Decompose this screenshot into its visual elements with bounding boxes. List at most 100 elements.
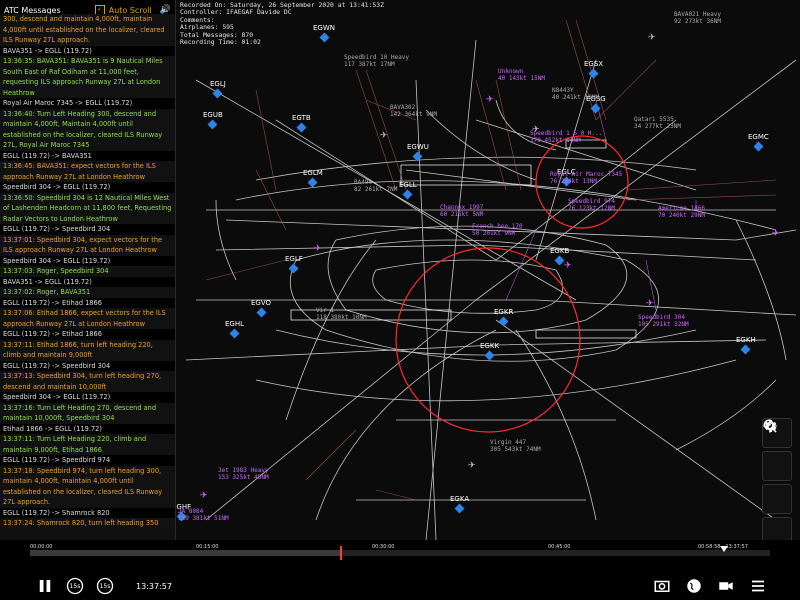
airplane-icon[interactable]: ✈ — [380, 132, 388, 141]
airport-code: EGLL — [399, 181, 417, 189]
aircraft-label[interactable]: BAVA021 Heavy 92 273kt 36NM — [674, 11, 721, 26]
atc-message-list[interactable]: 300, descend and maintain 4,000ft, maint… — [0, 14, 175, 540]
atc-message: 300, descend and maintain 4,000ft, maint… — [0, 14, 175, 46]
atc-message: 13:37:03: Roger, Speedbird 304 — [0, 266, 175, 277]
aircraft-label[interactable]: Unknown 40 143kt 15NM — [498, 68, 545, 83]
zoom-out-button[interactable] — [762, 419, 792, 514]
globe-icon — [687, 579, 701, 593]
aircraft-label[interactable]: Vir 1 118 380kt 10NM — [316, 307, 367, 322]
current-time: 13:37:57 — [136, 581, 172, 591]
airplane-icon[interactable]: ✈ — [648, 34, 656, 43]
airport-egwn[interactable]: EGWN — [313, 24, 335, 43]
video-button[interactable] — [714, 574, 738, 598]
aircraft-info: 40 143kt 15NM — [498, 74, 545, 82]
skip-forward-label: 15s — [99, 582, 111, 590]
airport-egmc[interactable]: EGMC — [748, 133, 769, 152]
aircraft-label[interactable]: Virgin 447 305 543kt 74NM — [490, 439, 541, 454]
aircraft-label[interactable]: French bee 170 50 201kt 9NM — [472, 223, 523, 238]
airport-eglf[interactable]: EGLF — [285, 255, 303, 274]
skip-forward-button[interactable]: 15s — [92, 573, 118, 599]
atc-message-header: Royal Air Maroc 7345 -> EGLL (119.72) — [0, 98, 175, 109]
recenter-button[interactable] — [762, 419, 792, 540]
airport-code: EGSX — [584, 60, 604, 68]
airplane-icon[interactable]: ✈ — [200, 492, 208, 501]
map-svg — [185, 19, 797, 540]
aircraft-info: 189 381kt 51NM — [178, 514, 229, 522]
airplane-icon[interactable]: ✈ — [486, 96, 494, 105]
atc-messages-panel[interactable]: ATC Messages ✓ Auto Scroll 🔊 300, descen… — [0, 0, 176, 540]
aircraft-label[interactable]: Speedbird 1 6 0 H... 370 452kt 14NM — [530, 130, 602, 145]
screenshot-button[interactable] — [650, 574, 674, 598]
aircraft-label[interactable]: Speedbird 974 76 123kt 12NM — [568, 198, 615, 213]
aircraft-label[interactable]: BAVA302 142 364kt 9NM — [390, 104, 437, 119]
atc-message-header: EGLL (119.72) -> Speedbird 304 — [0, 224, 175, 235]
airplane-icon[interactable]: ✈ — [564, 262, 572, 271]
airport-egub[interactable]: EGUB — [203, 111, 223, 130]
airport-marker-icon — [753, 141, 764, 152]
aircraft-label[interactable]: BA490 82 261kt 7NM — [354, 179, 397, 194]
globe-button[interactable] — [682, 574, 706, 598]
aircraft-label[interactable]: Qatari 5535 34 277kt 23NM — [634, 116, 681, 131]
airport-egwu[interactable]: EGWU — [407, 143, 429, 162]
atc-message-header: Speedbird 304 -> EGLL (119.72) — [0, 182, 175, 193]
aircraft-label[interactable]: JA 8084 189 381kt 51NM — [178, 508, 229, 523]
airplane-icon[interactable]: ✈ — [646, 300, 654, 309]
aircraft-label[interactable]: Speedbird 304 105 291kt 32NM — [638, 314, 689, 329]
menu-button[interactable] — [746, 574, 770, 598]
atc-message-header: EGLL (119.72) -> Etihad 1866 — [0, 297, 175, 308]
radar-map[interactable]: Recorded On: Saturday, 26 September 2020… — [176, 0, 800, 540]
airport-marker-icon — [590, 103, 601, 114]
zoom-in-button[interactable] — [762, 419, 792, 481]
aircraft-label[interactable]: Jet 1983 Heavy 153 325kt 45NM — [218, 467, 269, 482]
airport-marker-icon — [288, 263, 299, 274]
airport-eglm[interactable]: EGLM — [303, 169, 323, 188]
atc-message: 13:37:11: Turn Left Heading 220, climb a… — [0, 434, 175, 455]
skip-back-label: 15s — [69, 582, 81, 590]
right-controls — [650, 574, 770, 598]
airport-egkk[interactable]: EGKK — [480, 342, 499, 361]
airport-code: EGVO — [251, 299, 272, 307]
airport-marker-icon — [207, 119, 218, 130]
aircraft-info: 60 215kt 5NM — [440, 210, 484, 218]
aircraft-label[interactable]: Channex 1997 60 215kt 5NM — [440, 204, 484, 219]
airport-code: EGKB — [550, 247, 570, 255]
airplane-icon[interactable]: ✈ — [468, 462, 476, 471]
aircraft-info: 50 201kt 9NM — [472, 229, 516, 237]
timeline-progress — [30, 550, 340, 556]
airport-code: EGUB — [203, 111, 223, 119]
airplane-icon[interactable]: ✈ — [314, 245, 322, 254]
airport-egll[interactable]: EGLL — [399, 181, 417, 200]
airport-eghl[interactable]: EGHL — [225, 320, 244, 339]
aircraft-info: 40 241kt 18NM — [552, 93, 599, 101]
aircraft-info: 142 364kt 9NM — [390, 110, 437, 118]
pause-button[interactable] — [32, 573, 58, 599]
atc-message-header: EGLL (119.72) -> Shamrock 820 — [0, 507, 175, 518]
airport-egtb[interactable]: EGTB — [292, 114, 311, 133]
map-controls — [762, 418, 792, 540]
airport-egkr[interactable]: EGKR — [494, 308, 513, 327]
aircraft-label[interactable]: N8443Y 40 241kt 18NM — [552, 87, 599, 102]
aircraft-label[interactable]: Royal Air Maroc 7345 76 284kt 13NM — [550, 171, 622, 186]
atc-message-header: Speedbird 304 -> EGLL (119.72) — [0, 255, 175, 266]
airport-egvo[interactable]: EGVO — [251, 299, 272, 318]
aircraft-label[interactable]: Speedbird 10 Heavy 117 387kt 17NM — [344, 54, 409, 69]
skip-back-button[interactable]: 15s — [62, 573, 88, 599]
airport-marker-icon — [296, 122, 307, 133]
aircraft-label[interactable]: American 1866 70 240kt 29NM — [658, 205, 705, 220]
airport-code: EGLF — [285, 255, 303, 263]
airplane-icon[interactable]: ✈ — [532, 126, 540, 135]
atc-message: 13:37:02: Roger, BAVA351 — [0, 287, 175, 298]
timeline-scrubber[interactable] — [30, 546, 770, 560]
airport-code: EGLM — [303, 169, 323, 177]
airport-code: EGTB — [292, 114, 311, 122]
recenter-icon — [763, 419, 777, 433]
airport-egka[interactable]: EGKA — [450, 495, 469, 514]
atc-message-header: EGLL (119.72) -> Speedbird 974 — [0, 455, 175, 466]
airplane-icon[interactable]: ✈ — [772, 230, 780, 239]
airport-eglj[interactable]: EGLJ — [210, 80, 226, 99]
atc-message: 13:37:01: Speedbird 304, expect vectors … — [0, 234, 175, 256]
airport-egsx[interactable]: EGSX — [584, 60, 604, 79]
menu-icon — [752, 580, 764, 592]
airport-egkh[interactable]: EGKH — [736, 336, 756, 355]
airport-marker-icon — [588, 68, 599, 79]
